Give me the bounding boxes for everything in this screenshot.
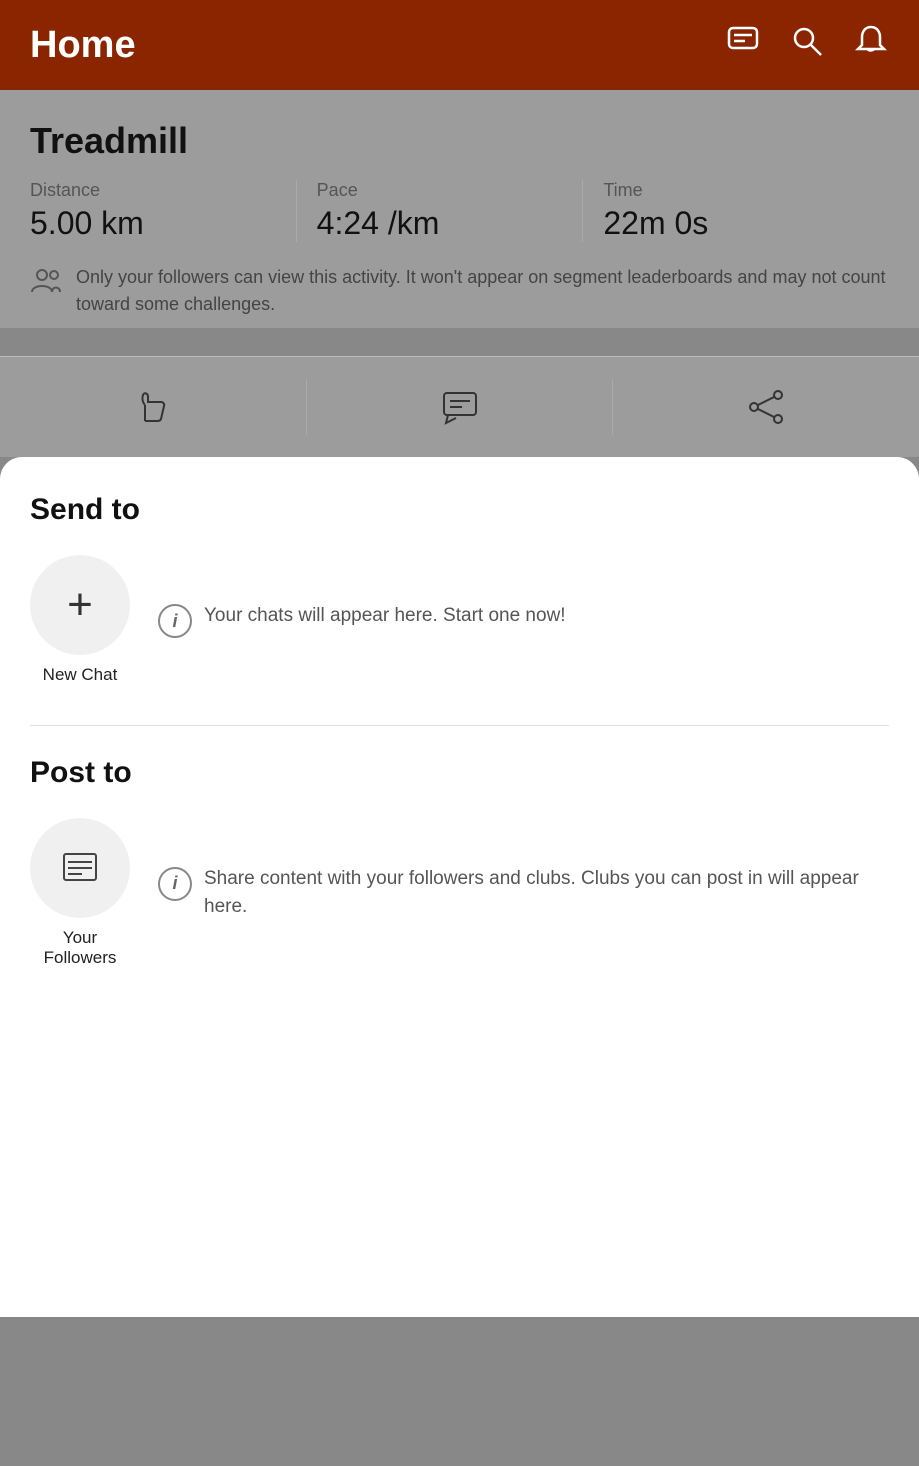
kudos-button[interactable] (0, 379, 307, 435)
send-to-row: + New Chat i Your chats will appear here… (30, 555, 889, 685)
chat-icon[interactable] (725, 23, 761, 67)
bell-icon[interactable] (853, 23, 889, 67)
send-to-title: Send to (30, 493, 889, 527)
post-to-section: Post to YourFollowers i Share content (30, 756, 889, 968)
post-to-title: Post to (30, 756, 889, 790)
info-icon: i (158, 604, 192, 638)
action-bar (0, 356, 919, 457)
followers-info-letter: i (172, 873, 177, 894)
pace-label: Pace (317, 180, 563, 201)
plus-icon: + (67, 583, 93, 627)
activity-card: Treadmill Distance 5.00 km Pace 4:24 /km… (0, 90, 919, 328)
send-to-section: Send to + New Chat i Your chats will app… (30, 493, 889, 685)
time-value: 22m 0s (603, 205, 849, 242)
pace-value: 4:24 /km (317, 205, 563, 242)
new-chat-label: New Chat (43, 665, 118, 685)
followers-col: YourFollowers (30, 818, 130, 968)
empty-chats-text: Your chats will appear here. Start one n… (204, 602, 566, 631)
activity-title: Treadmill (30, 120, 889, 162)
time-label: Time (603, 180, 849, 201)
privacy-text: Only your followers can view this activi… (76, 264, 889, 318)
your-followers-label: YourFollowers (44, 928, 117, 968)
new-chat-col: + New Chat (30, 555, 130, 685)
comment-button[interactable] (307, 379, 614, 435)
stat-time: Time 22m 0s (603, 180, 869, 242)
followers-icon (30, 266, 62, 301)
distance-value: 5.00 km (30, 205, 276, 242)
share-button[interactable] (613, 379, 919, 435)
page-title: Home (30, 24, 136, 67)
followers-info-box: i Share content with your followers and … (158, 865, 889, 922)
stats-row: Distance 5.00 km Pace 4:24 /km Time 22m … (30, 180, 889, 242)
empty-chats-info: i Your chats will appear here. Start one… (158, 602, 889, 638)
section-divider (30, 725, 889, 726)
stat-pace: Pace 4:24 /km (317, 180, 584, 242)
followers-info-text: Share content with your followers and cl… (204, 865, 889, 922)
bottom-sheet: Send to + New Chat i Your chats will app… (0, 457, 919, 1317)
post-to-row: YourFollowers i Share content with your … (30, 818, 889, 968)
search-icon[interactable] (789, 23, 825, 67)
your-followers-button[interactable] (30, 818, 130, 918)
distance-label: Distance (30, 180, 276, 201)
followers-info-icon: i (158, 867, 192, 901)
info-letter: i (172, 611, 177, 632)
stat-distance: Distance 5.00 km (30, 180, 297, 242)
header-icons (725, 23, 889, 67)
privacy-row: Only your followers can view this activi… (30, 264, 889, 328)
app-header: Home (0, 0, 919, 90)
new-chat-button[interactable]: + (30, 555, 130, 655)
